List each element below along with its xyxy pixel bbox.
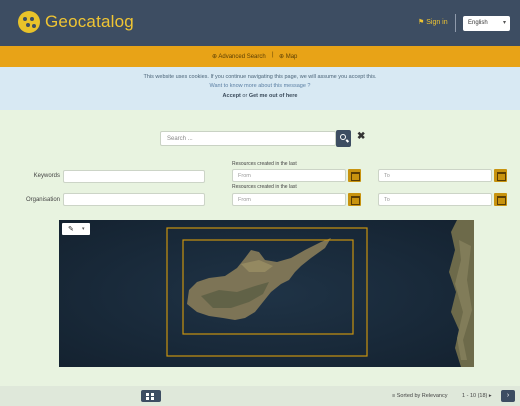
cookie-notice: This website uses cookies. If you contin… — [0, 67, 520, 110]
cookie-decline-link[interactable]: Get me out of here — [249, 93, 298, 99]
sign-in-link[interactable]: ⚑ Sign in — [418, 18, 448, 26]
next-page-button[interactable]: › — [501, 390, 515, 402]
nav-separator: | — [272, 52, 274, 58]
chevron-right-icon: › — [506, 392, 510, 399]
cookie-actions: Accept or Get me out of here — [0, 93, 520, 99]
map-link[interactable]: ⊕ Map — [279, 53, 297, 60]
chevron-down-icon: ▾ — [502, 20, 506, 26]
organisation-field[interactable] — [63, 193, 205, 206]
from-date-field-1[interactable]: From — [232, 169, 346, 182]
app-header: Geocatalog ⚑ Sign in English ▾ — [0, 0, 520, 46]
pencil-icon: ✎ — [68, 226, 74, 233]
sort-selector[interactable]: ≡ Sorted by Relevancy — [392, 393, 448, 399]
to-date-field-2[interactable]: To — [378, 193, 492, 206]
globe-logo-icon — [18, 11, 40, 33]
map-view[interactable] — [59, 220, 474, 367]
from-date-field-2[interactable]: From — [232, 193, 346, 206]
calendar-icon[interactable] — [348, 193, 361, 206]
pagination-range[interactable]: 1 - 10 (18) ▸ — [462, 393, 492, 399]
keywords-label: Keywords — [33, 173, 60, 179]
satellite-map-image — [59, 220, 474, 367]
keywords-field[interactable] — [63, 170, 205, 183]
header-divider — [455, 14, 456, 32]
chevron-down-icon: ▾ — [82, 226, 85, 232]
to-date-field-1[interactable]: To — [378, 169, 492, 182]
grid-view-toggle[interactable] — [141, 390, 161, 402]
search-input[interactable]: Search ... — [160, 131, 336, 146]
calendar-icon[interactable] — [348, 169, 361, 182]
search-icon — [340, 134, 346, 140]
calendar-icon[interactable] — [494, 193, 507, 206]
created-caption-1: Resources created in the last — [232, 161, 297, 167]
cookie-message: This website uses cookies. If you contin… — [143, 74, 377, 80]
cookie-more-info-link[interactable]: Want to know more about this message ? — [0, 83, 520, 89]
cookie-or-text: or — [242, 93, 248, 99]
language-select[interactable]: English ▾ — [463, 16, 510, 31]
advanced-search-link[interactable]: ⊕ Advanced Search — [212, 53, 266, 60]
created-caption-2: Resources created in the last — [232, 184, 297, 190]
search-button[interactable] — [336, 130, 351, 147]
organisation-label: Organisation — [25, 197, 60, 203]
language-value: English — [468, 20, 488, 26]
cookie-accept-link[interactable]: Accept — [223, 93, 241, 99]
clear-search-icon[interactable]: ✖ — [357, 131, 365, 142]
app-title[interactable]: Geocatalog — [45, 12, 134, 32]
draw-tool-button[interactable]: ✎ ▾ — [62, 223, 90, 235]
nav-bar: ⊕ Advanced Search | ⊕ Map — [0, 46, 520, 67]
calendar-icon[interactable] — [494, 169, 507, 182]
